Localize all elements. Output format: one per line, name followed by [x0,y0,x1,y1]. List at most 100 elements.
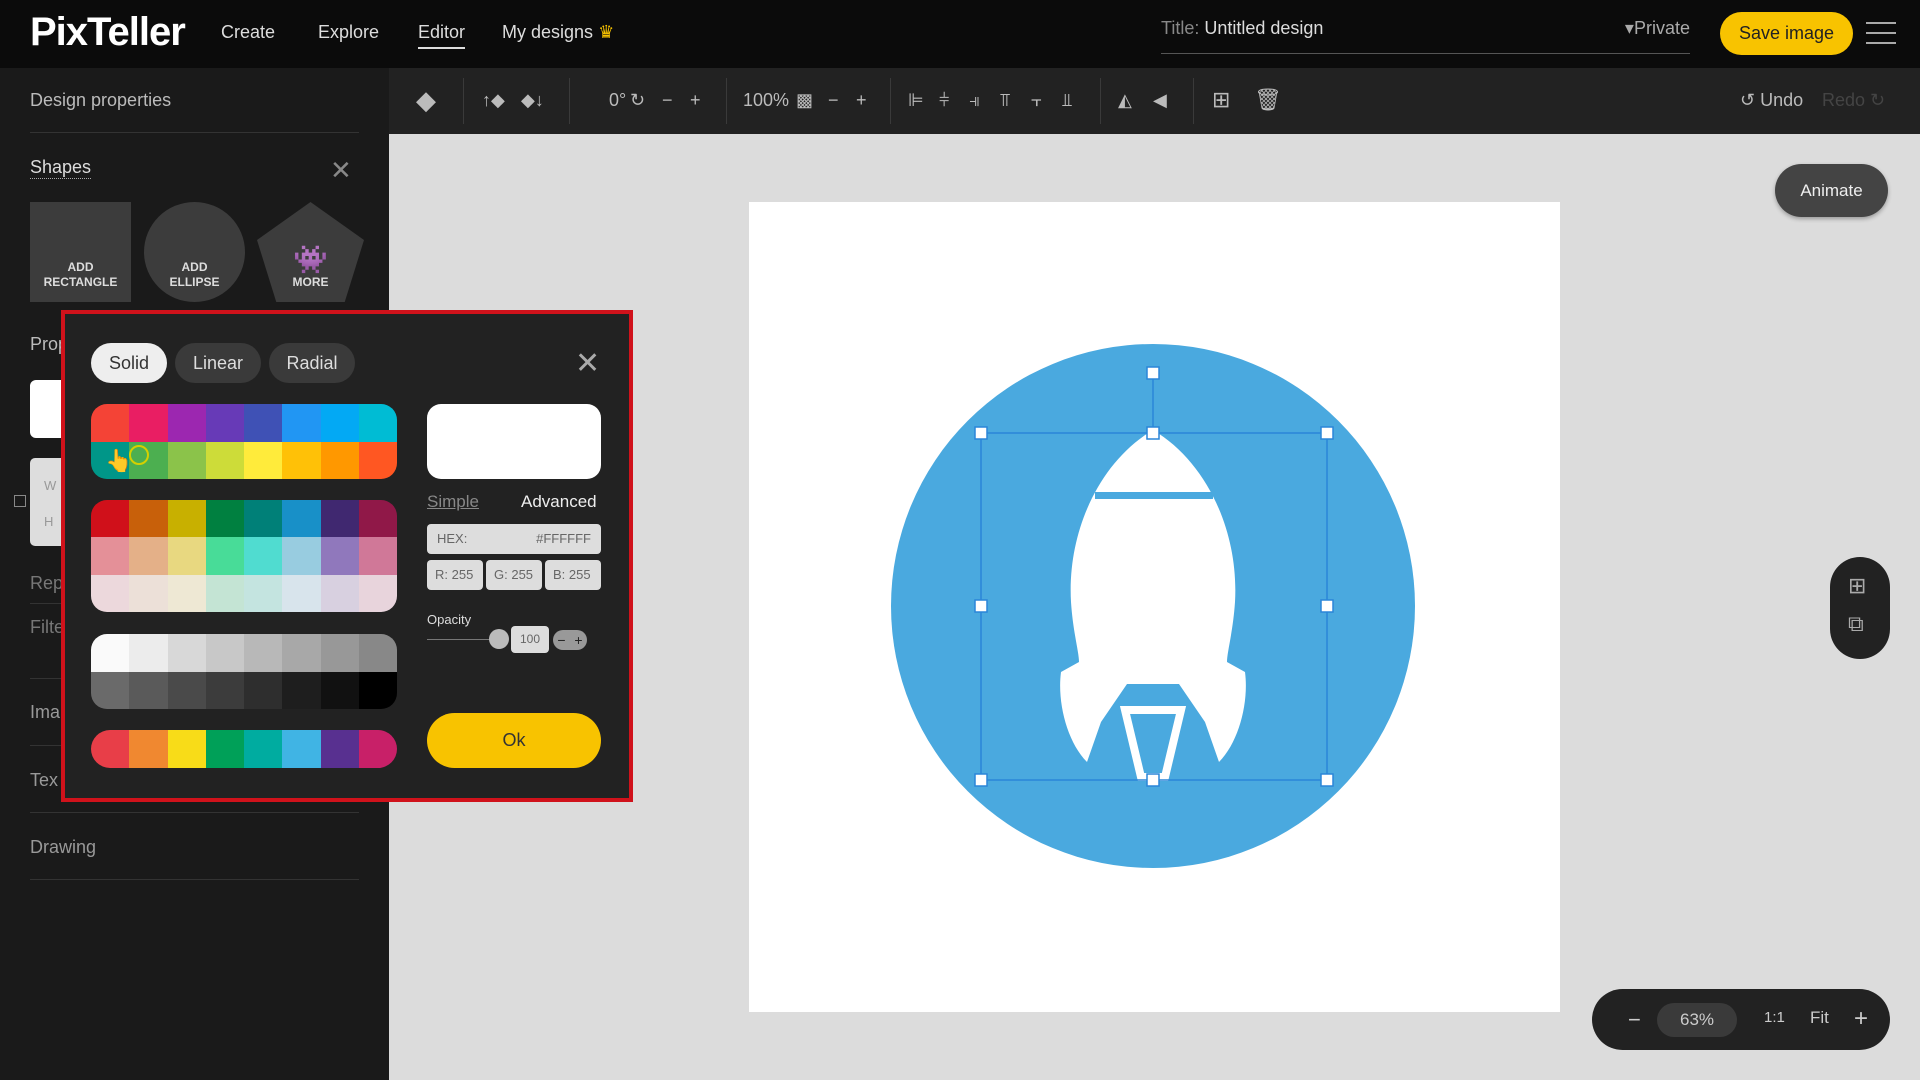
opacity-slider-thumb[interactable] [489,629,509,649]
animate-button[interactable]: Animate [1775,164,1888,217]
color-swatch[interactable] [358,441,397,479]
lock-ratio-icon[interactable] [14,495,26,507]
duplicate-icon[interactable]: ⊞ [1212,88,1230,112]
drawing-section[interactable]: Drawing [30,837,96,858]
color-swatch[interactable] [91,634,130,672]
color-swatch[interactable] [167,730,206,768]
zoom-1to1-button[interactable]: 1:1 [1764,1009,1785,1026]
green-input[interactable]: G: 255 [486,560,542,590]
hamburger-menu-icon[interactable] [1866,22,1896,44]
color-swatch[interactable] [91,537,130,575]
image-section[interactable]: Ima [30,702,60,723]
color-swatch[interactable] [358,404,397,442]
filters-section[interactable]: Filte [30,617,64,638]
tab-solid[interactable]: Solid [91,343,167,383]
color-swatch[interactable] [129,404,168,442]
duplicate-page-icon[interactable]: ⧉ [1848,611,1864,637]
color-swatch[interactable] [167,634,206,672]
blue-input[interactable]: B: 255 [545,560,601,590]
color-swatch[interactable] [358,537,397,575]
transparency-icon[interactable]: ▩ [796,88,813,112]
color-swatch[interactable] [244,441,283,479]
color-swatch[interactable] [205,537,244,575]
ok-button[interactable]: Ok [427,713,601,768]
color-swatch[interactable] [244,404,283,442]
color-swatch[interactable] [167,537,206,575]
color-swatch[interactable] [282,500,321,538]
color-swatch[interactable] [244,730,283,768]
color-swatch[interactable] [358,730,397,768]
nav-my-designs[interactable]: My designs ♛ [502,22,614,43]
tab-radial[interactable]: Radial [269,343,355,383]
color-swatch[interactable] [205,634,244,672]
minus-icon[interactable]: − [557,630,565,650]
trash-icon[interactable]: 🗑 [1254,88,1282,112]
color-swatch[interactable] [320,500,359,538]
zoom-in-icon[interactable]: + [1854,1005,1868,1033]
rotate-minus-icon[interactable]: − [662,88,673,112]
color-swatch[interactable] [320,574,359,612]
color-swatch[interactable] [244,634,283,672]
color-swatch[interactable] [358,634,397,672]
color-swatch[interactable] [129,537,168,575]
zoom-level[interactable]: 63% [1657,1003,1737,1037]
opacity-input[interactable]: 100 [511,626,549,653]
color-swatch[interactable] [282,441,321,479]
zoom-minus-icon[interactable]: − [828,88,839,112]
mode-advanced[interactable]: Advanced [521,492,597,512]
bring-forward-icon[interactable]: ↑◆ [482,88,505,112]
align-middle-icon[interactable]: ⫟ [1031,88,1042,112]
save-image-button[interactable]: Save image [1720,12,1853,55]
color-swatch[interactable] [91,574,130,612]
color-swatch[interactable] [205,404,244,442]
add-page-icon[interactable]: ⊞ [1848,573,1866,599]
align-right-icon[interactable]: ⫣ [969,88,980,112]
color-swatch[interactable] [129,634,168,672]
add-ellipse-button[interactable]: ADD ELLIPSE [144,202,245,302]
design-graphic[interactable] [749,202,1560,1012]
color-swatch[interactable] [282,634,321,672]
privacy-dropdown[interactable]: ▾Private [1625,18,1690,39]
rotate-icon[interactable]: ↻ [630,88,645,112]
layers-icon[interactable]: ◆ [416,87,436,113]
align-bottom-icon[interactable]: ⫫ [1062,88,1072,112]
color-swatch[interactable] [244,537,283,575]
color-swatch[interactable] [91,671,130,709]
color-swatch[interactable] [320,730,359,768]
color-swatch[interactable] [244,500,283,538]
color-swatch[interactable] [91,500,130,538]
close-shapes-icon[interactable]: ✕ [330,155,352,186]
color-swatch[interactable] [358,500,397,538]
text-section[interactable]: Tex [30,770,58,791]
rotate-plus-icon[interactable]: + [690,88,701,112]
color-swatch[interactable] [167,404,206,442]
color-swatch[interactable] [205,500,244,538]
color-swatch[interactable] [320,671,359,709]
color-swatch[interactable] [320,634,359,672]
redo-button[interactable]: Redo ↻ [1822,88,1885,112]
send-backward-icon[interactable]: ◆↓ [521,88,544,112]
mode-simple[interactable]: Simple [427,492,479,512]
align-center-icon[interactable]: ⫩ [939,88,949,112]
color-swatch[interactable] [320,441,359,479]
tab-linear[interactable]: Linear [175,343,261,383]
align-top-icon[interactable]: ⫪ [1000,88,1010,112]
undo-button[interactable]: ↺ Undo [1740,88,1803,112]
color-swatch[interactable] [358,671,397,709]
close-picker-icon[interactable]: ✕ [575,346,600,381]
color-swatch[interactable] [205,574,244,612]
design-properties-link[interactable]: Design properties [30,90,171,111]
color-swatch[interactable] [91,730,130,768]
color-swatch[interactable] [320,404,359,442]
color-swatch[interactable] [320,537,359,575]
color-swatch[interactable] [205,441,244,479]
color-swatch[interactable] [129,671,168,709]
color-swatch[interactable] [167,671,206,709]
color-swatch[interactable] [282,730,321,768]
nav-create[interactable]: Create [221,22,275,43]
color-swatch[interactable] [167,500,206,538]
flip-horizontal-icon[interactable]: ◭ [1118,88,1132,112]
logo[interactable]: PixTeller [30,10,186,55]
align-left-icon[interactable]: ⊫ [908,88,924,112]
flip-vertical-icon[interactable]: ◀ [1153,88,1167,112]
